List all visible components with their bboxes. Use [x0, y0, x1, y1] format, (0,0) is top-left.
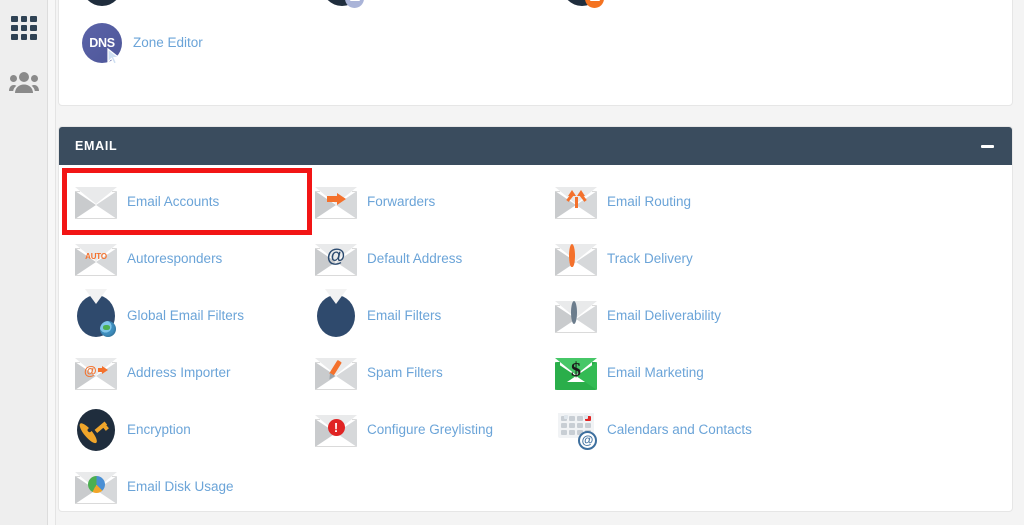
- tile-forwarders[interactable]: Forwarders: [307, 173, 547, 230]
- tile-spam-filters[interactable]: Spam Filters: [307, 344, 547, 401]
- tile-label: Email Deliverability: [607, 308, 722, 323]
- main-content: sub. Subdomains .com Aliases: [58, 0, 1024, 525]
- global-email-filters-icon: [75, 288, 117, 337]
- tile-label: Configure Greylisting: [367, 422, 494, 437]
- tile-label: Zone Editor: [133, 35, 203, 50]
- sidebar-item-apps-grid[interactable]: [0, 4, 48, 52]
- tile-email-deliverability[interactable]: Email Deliverability: [547, 287, 787, 344]
- tile-autoresponders[interactable]: AUTO Autoresponders: [67, 230, 307, 287]
- panel-domains: sub. Subdomains .com Aliases: [58, 0, 1013, 106]
- globe-badge-icon: [100, 320, 116, 337]
- email-tile-grid: Email Accounts Forwarders Email Routing: [59, 165, 1012, 511]
- at-badge-icon: @: [578, 430, 597, 450]
- encryption-icon: [75, 408, 117, 451]
- tile-label: Default Address: [367, 251, 463, 266]
- track-delivery-icon: [555, 238, 597, 280]
- left-sidebar: [0, 0, 48, 525]
- dollar-glyph: $: [571, 359, 581, 381]
- panel-email-header: EMAIL: [59, 127, 1012, 165]
- tile-label: Global Email Filters: [127, 308, 245, 323]
- address-importer-icon: @: [75, 352, 117, 394]
- email-filters-icon: [315, 288, 357, 337]
- auto-text: AUTO: [85, 251, 107, 261]
- domains-tile-grid: sub. Subdomains .com Aliases: [73, 0, 998, 71]
- tile-default-address[interactable]: @ Default Address: [307, 230, 547, 287]
- tile-address-importer[interactable]: @ Address Importer: [67, 344, 307, 401]
- aliases-icon: .com: [321, 0, 364, 8]
- tile-track-delivery[interactable]: Track Delivery: [547, 230, 787, 287]
- calendars-contacts-icon: @: [555, 409, 597, 451]
- tile-email-accounts[interactable]: Email Accounts: [62, 168, 312, 235]
- email-disk-usage-icon: [75, 466, 117, 508]
- sidebar-item-user-manager[interactable]: [0, 60, 48, 108]
- grid-icon: [11, 16, 37, 40]
- email-deliverability-icon: [555, 295, 597, 337]
- return-arrow-badge-icon: [585, 0, 604, 8]
- scroll-gutter[interactable]: [48, 0, 56, 525]
- tile-aliases[interactable]: .com Aliases: [313, 0, 553, 14]
- tile-label: Email Accounts: [127, 194, 220, 209]
- forwarders-icon: [315, 181, 357, 223]
- configure-greylisting-icon: !: [315, 409, 357, 451]
- at-glyph: @: [326, 245, 346, 267]
- tile-email-marketing[interactable]: $ Email Marketing: [547, 344, 787, 401]
- tile-zone-editor[interactable]: DNS Zone Editor: [73, 14, 313, 71]
- tile-label: Encryption: [127, 422, 191, 437]
- tile-label: Spam Filters: [367, 365, 443, 380]
- users-icon: [9, 71, 39, 98]
- tile-configure-greylisting[interactable]: ! Configure Greylisting: [307, 401, 547, 458]
- panel-email: EMAIL Email Accounts Forwarders Email Ro…: [58, 126, 1013, 512]
- tile-email-disk-usage[interactable]: Email Disk Usage: [67, 458, 307, 511]
- tile-label: Calendars and Contacts: [607, 422, 752, 437]
- email-routing-icon: [555, 181, 597, 223]
- subdomains-icon: sub.: [81, 0, 123, 7]
- tile-label: Email Routing: [607, 194, 692, 209]
- tile-redirects[interactable]: .com Redirects: [553, 0, 793, 14]
- tile-email-routing[interactable]: Email Routing: [547, 173, 787, 230]
- tile-calendars-and-contacts[interactable]: @ Calendars and Contacts: [547, 401, 787, 458]
- minus-icon: [980, 144, 994, 148]
- tile-label: Email Filters: [367, 308, 442, 323]
- lines-badge-icon: [345, 0, 364, 8]
- tile-label: Email Marketing: [607, 365, 704, 380]
- email-accounts-icon: [75, 181, 117, 223]
- collapse-panel-button[interactable]: [978, 137, 996, 155]
- redirects-icon: .com: [561, 0, 604, 8]
- default-address-icon: @: [315, 238, 357, 280]
- panel-title: EMAIL: [75, 139, 118, 153]
- spam-filters-icon: [315, 352, 357, 394]
- autoresponders-icon: AUTO: [75, 238, 117, 280]
- tile-label: Autoresponders: [127, 251, 223, 266]
- tile-label: Email Disk Usage: [127, 479, 234, 494]
- zone-editor-icon: DNS: [81, 22, 123, 65]
- tile-global-email-filters[interactable]: Global Email Filters: [67, 287, 307, 344]
- tile-label: Forwarders: [367, 194, 436, 209]
- tile-encryption[interactable]: Encryption: [67, 401, 307, 458]
- tile-label: Address Importer: [127, 365, 231, 380]
- email-marketing-icon: $: [555, 352, 597, 394]
- tile-subdomains[interactable]: sub. Subdomains: [73, 0, 313, 14]
- tile-label: Track Delivery: [607, 251, 693, 266]
- tile-email-filters[interactable]: Email Filters: [307, 287, 547, 344]
